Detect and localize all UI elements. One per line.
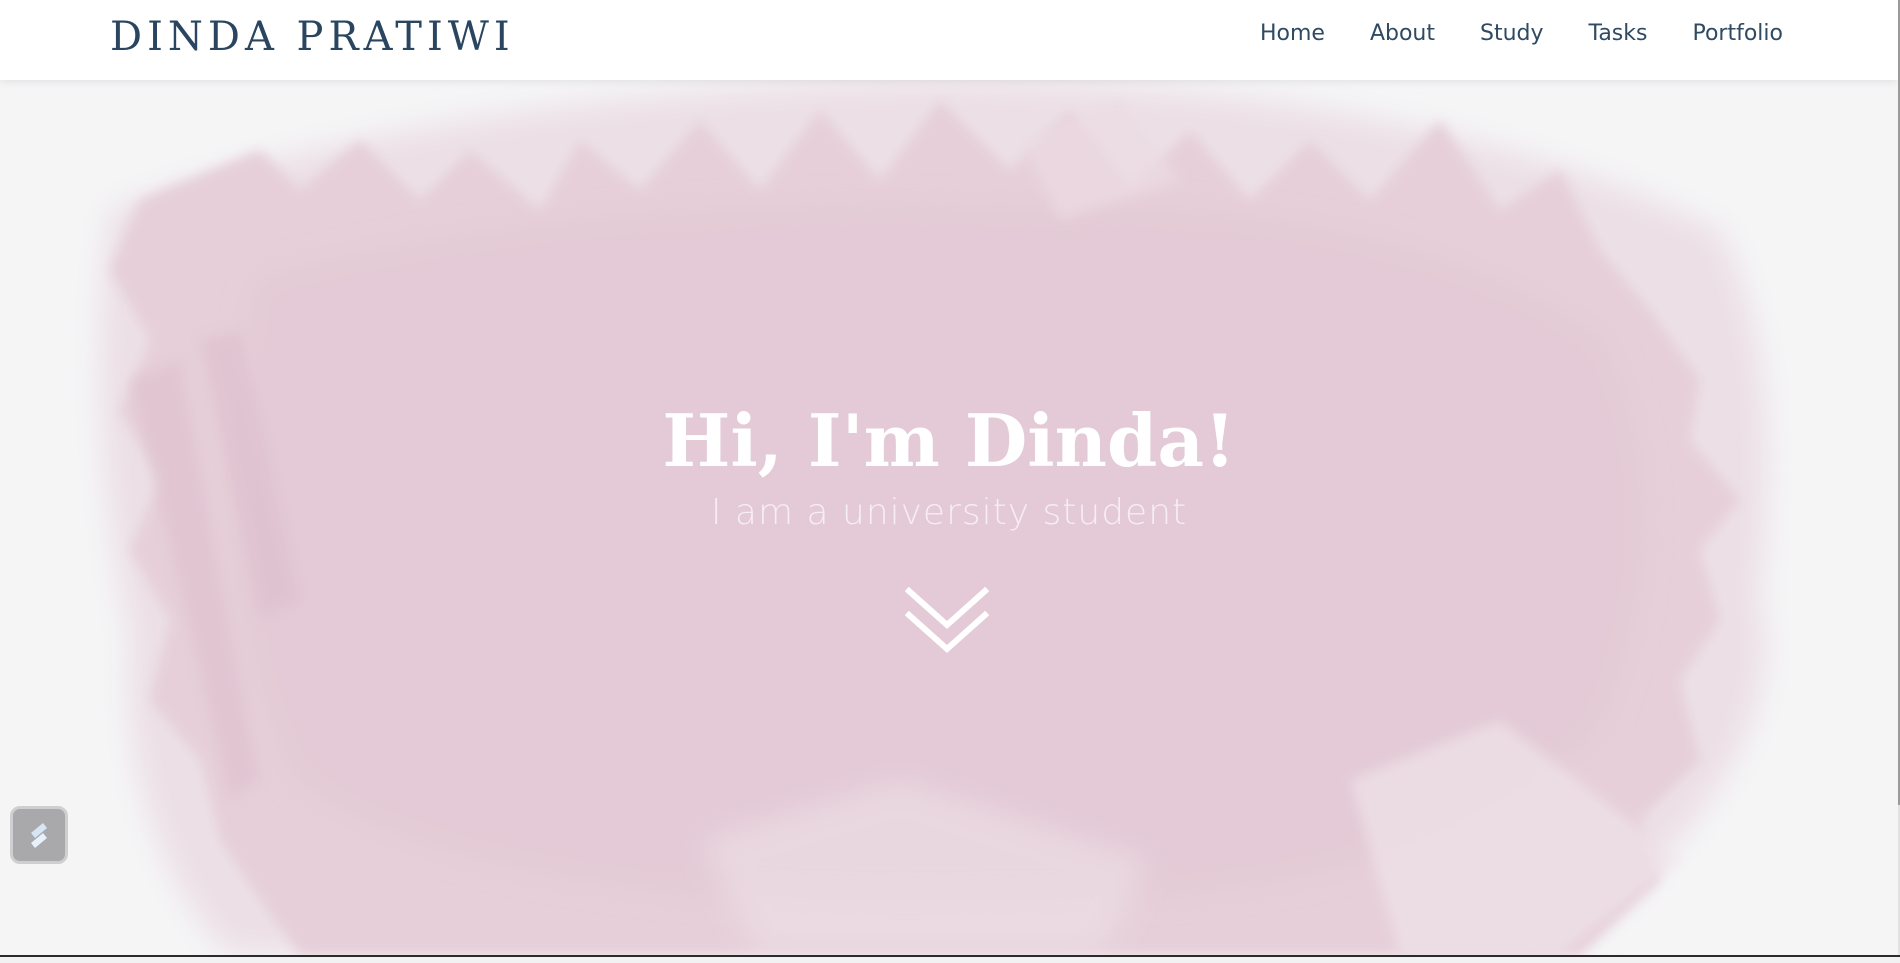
main-nav: Home About Study Tasks Portfolio [1260,20,1783,48]
site-header: DINDA PRATIWI Home About Study Tasks Por… [0,0,1898,80]
nav-about-link[interactable]: About [1370,20,1435,48]
site-brand-logo[interactable]: DINDA PRATIWI [110,14,515,60]
nav-study-link[interactable]: Study [1480,20,1544,48]
nav-portfolio-link[interactable]: Portfolio [1692,20,1783,48]
floating-widget-button[interactable] [10,806,68,864]
nav-tasks-link[interactable]: Tasks [1589,20,1648,48]
double-chevron-down-icon[interactable] [905,585,989,657]
hero-subline: I am a university student [710,492,1188,533]
nav-home-link[interactable]: Home [1260,20,1325,48]
hero-headline: Hi, I'm Dinda! [662,398,1236,483]
hero-section: Hi, I'm Dinda! I am a university student [0,80,1898,955]
stripe-logo-icon [31,823,47,848]
page: DINDA PRATIWI Home About Study Tasks Por… [0,0,1900,963]
window-bottom-edge [0,955,1900,963]
